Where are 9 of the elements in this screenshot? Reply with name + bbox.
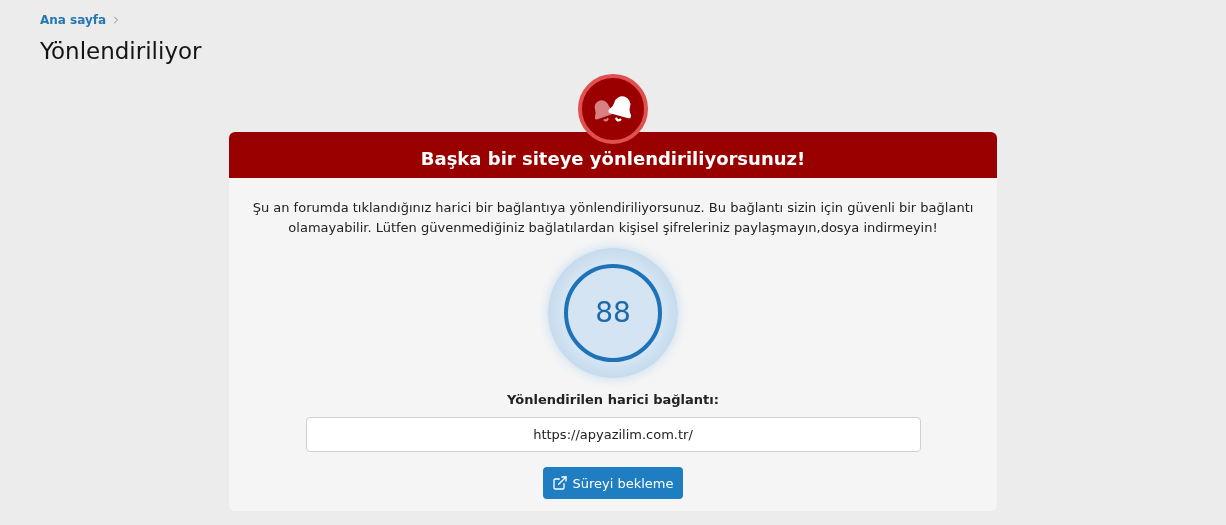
external-link-icon (552, 475, 569, 492)
link-field[interactable]: https://apyazilim.com.tr/ (305, 417, 921, 453)
breadcrumb-link[interactable]: Ana sayfa (40, 11, 107, 29)
countdown-number: 88 (595, 294, 631, 331)
page-title: Yönlendiriliyor (40, 37, 203, 66)
skip-wait-button[interactable]: Süreyi bekleme (543, 467, 683, 500)
warning-message: Şu an forumda tıklandığınız harici bir bağlantıya yönlendiriliyorsunuz. Bu bağlantı sizin için güvenli bir bağlantı olamayabilir. Lütfen güvenmediğiniz bağlatılardan kişisel şifreleriniz paylaşmayın,dosya indirmeyin! (251, 198, 975, 237)
card-title: Başka bir siteye yönlendiriliyorsunuz! (420, 146, 806, 171)
link-label: Yönlendirilen harici bağlantı: (507, 390, 719, 409)
